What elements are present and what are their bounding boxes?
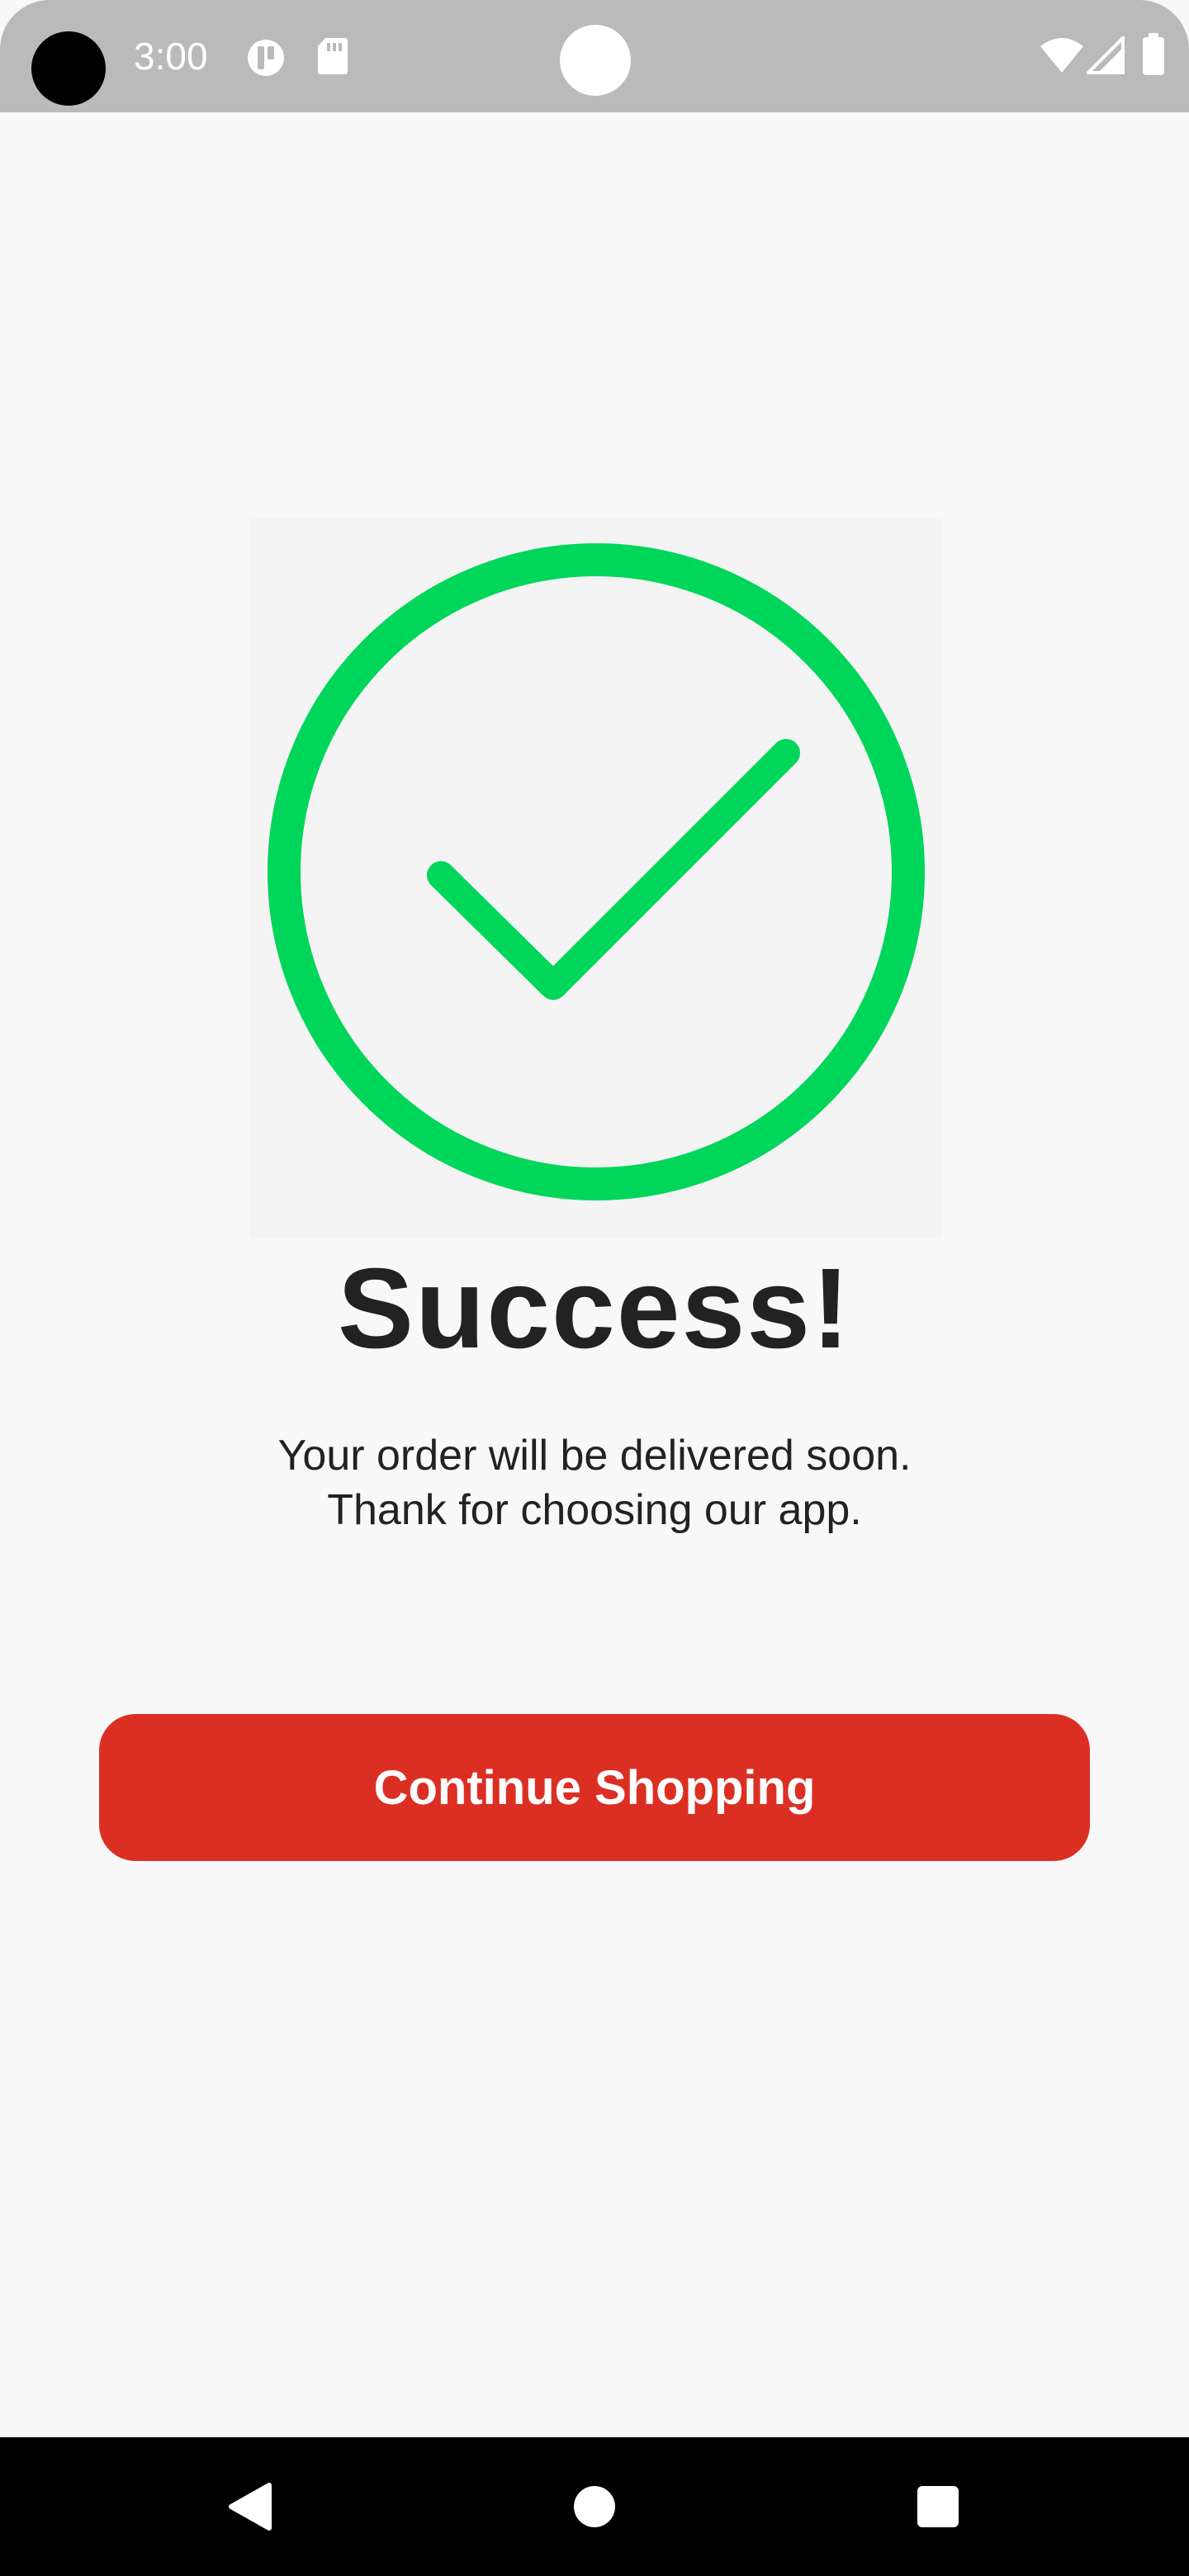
back-icon [229, 2483, 272, 2531]
success-message: Your order will be delivered soon. Thank… [0, 1428, 1189, 1537]
sd-card-icon [317, 36, 348, 80]
wifi-icon [1039, 36, 1085, 78]
status-bar: 3:00 [0, 0, 1189, 112]
recents-icon [917, 2486, 959, 2527]
message-line-2: Thank for choosing our app. [327, 1486, 862, 1534]
back-button[interactable] [167, 2437, 332, 2576]
success-check-icon [268, 543, 925, 1200]
camera-cutout-icon [31, 31, 106, 106]
home-icon [574, 2486, 615, 2527]
recents-button[interactable] [855, 2437, 1021, 2576]
continue-shopping-button[interactable]: Continue Shopping [99, 1714, 1090, 1861]
signal-icon [1084, 34, 1125, 78]
notification-indicator-icon [560, 25, 631, 96]
message-line-1: Your order will be delivered soon. [277, 1432, 912, 1480]
page-title: Success! [337, 1245, 852, 1372]
success-illustration [249, 519, 941, 1238]
navigation-bar [0, 2437, 1189, 2576]
status-time: 3:00 [134, 35, 208, 78]
battery-icon [1141, 33, 1166, 80]
t-app-icon [246, 38, 289, 82]
success-screen: 3:00 Success! Your order will be deliver… [0, 0, 1189, 2576]
home-button[interactable] [512, 2437, 677, 2576]
